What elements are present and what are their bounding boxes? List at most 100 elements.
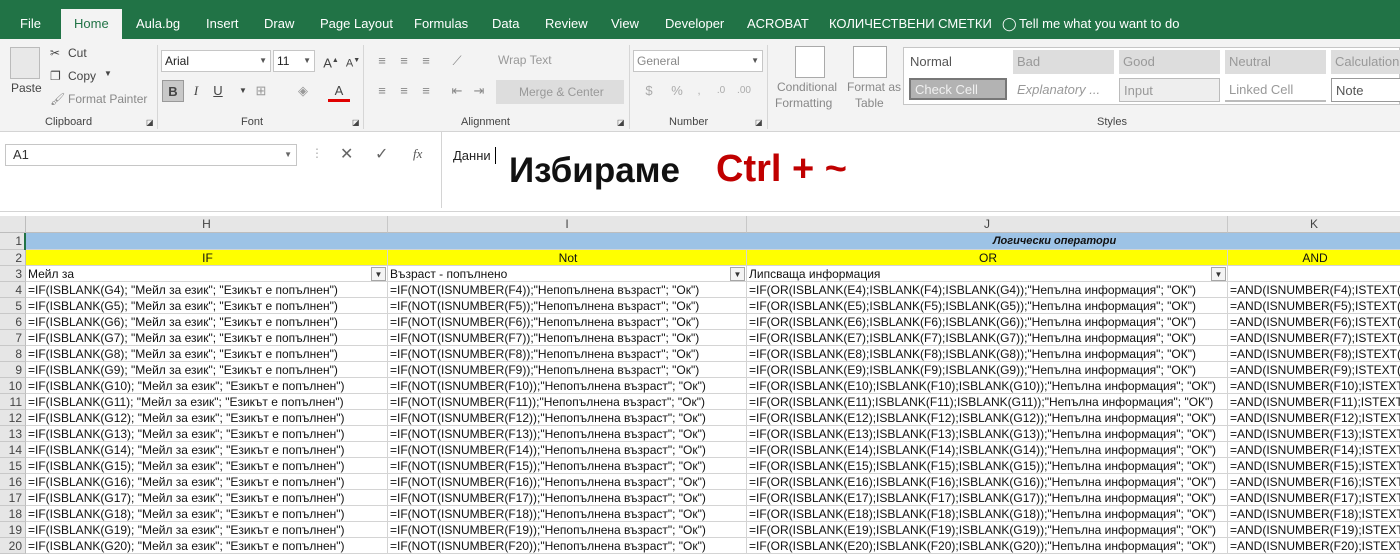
cell-i15[interactable]: =IF(NOT(ISNUMBER(F15));"Непопълнена възр… xyxy=(388,458,747,474)
tab-review[interactable]: Review xyxy=(545,0,588,39)
decrease-decimal-icon[interactable]: .00 xyxy=(733,80,755,102)
row-header-20[interactable]: 20 xyxy=(0,538,26,554)
cell-k18[interactable]: =AND(ISNUMBER(F18);ISTEXT xyxy=(1228,506,1400,522)
cell-i19[interactable]: =IF(NOT(ISNUMBER(F19));"Непопълнена възр… xyxy=(388,522,747,538)
row-header-4[interactable]: 4 xyxy=(0,282,26,298)
tab-formulas[interactable]: Formulas xyxy=(414,0,468,39)
align-middle-icon[interactable]: ≡ xyxy=(393,50,415,72)
shrink-font-icon[interactable]: A▼ xyxy=(342,50,364,72)
accounting-format-icon[interactable]: $ xyxy=(638,80,660,102)
cell-h17[interactable]: =IF(ISBLANK(G17); "Мейл за език"; "Езикъ… xyxy=(26,490,388,506)
cell-j10[interactable]: =IF(OR(ISBLANK(E10);ISBLANK(F10);ISBLANK… xyxy=(747,378,1228,394)
align-top-icon[interactable]: ≡ xyxy=(371,50,393,72)
cell-j18[interactable]: =IF(OR(ISBLANK(E18);ISBLANK(F18);ISBLANK… xyxy=(747,506,1228,522)
cell-i4[interactable]: =IF(NOT(ISNUMBER(F4));"Непопълнена възра… xyxy=(388,282,747,298)
cell-i5[interactable]: =IF(NOT(ISNUMBER(F5));"Непопълнена възра… xyxy=(388,298,747,314)
cell-k4[interactable]: =AND(ISNUMBER(F4);ISTEXT(G xyxy=(1228,282,1400,298)
cell-h12[interactable]: =IF(ISBLANK(G12); "Мейл за език"; "Езикъ… xyxy=(26,410,388,426)
tab-aula[interactable]: Aula.bg xyxy=(136,0,180,39)
tab-kolichestveni[interactable]: КОЛИЧЕСТВЕНИ СМЕТКИ xyxy=(829,0,992,39)
dialog-launcher-icon[interactable]: ◪ xyxy=(755,118,763,127)
cell-i17[interactable]: =IF(NOT(ISNUMBER(F17));"Непопълнена възр… xyxy=(388,490,747,506)
cell-j3[interactable]: Липсваща информация xyxy=(747,266,1228,282)
cell-h19[interactable]: =IF(ISBLANK(G19); "Мейл за език"; "Езикъ… xyxy=(26,522,388,538)
format-table-icon[interactable] xyxy=(853,46,887,78)
style-check-cell[interactable]: Check Cell xyxy=(909,78,1007,100)
cell-h16[interactable]: =IF(ISBLANK(G16); "Мейл за език"; "Езикъ… xyxy=(26,474,388,490)
cell-i14[interactable]: =IF(NOT(ISNUMBER(F14));"Непопълнена възр… xyxy=(388,442,747,458)
copy-icon[interactable]: ❐ xyxy=(50,69,61,83)
merge-center-button[interactable]: Merge & Center xyxy=(496,80,624,104)
row-header-15[interactable]: 15 xyxy=(0,458,26,474)
cell-j17[interactable]: =IF(OR(ISBLANK(E17);ISBLANK(F17);ISBLANK… xyxy=(747,490,1228,506)
cell-j8[interactable]: =IF(OR(ISBLANK(E8);ISBLANK(F8);ISBLANK(G… xyxy=(747,346,1228,362)
format-as-table-label-1[interactable]: Format as xyxy=(847,80,901,94)
tab-insert[interactable]: Insert xyxy=(206,0,239,39)
borders-icon[interactable]: ⊞ xyxy=(250,80,272,102)
cell-i13[interactable]: =IF(NOT(ISNUMBER(F13));"Непопълнена възр… xyxy=(388,426,747,442)
cell-k17[interactable]: =AND(ISNUMBER(F17);ISTEXT xyxy=(1228,490,1400,506)
bold-button[interactable]: B xyxy=(162,80,184,102)
cell-k2[interactable]: AND xyxy=(1228,250,1400,266)
cell-k12[interactable]: =AND(ISNUMBER(F12);ISTEXT xyxy=(1228,410,1400,426)
dialog-launcher-icon[interactable]: ◪ xyxy=(146,118,154,127)
wrap-text-button[interactable]: Wrap Text xyxy=(498,53,552,67)
conditional-formatting-label-1[interactable]: Conditional xyxy=(777,80,837,94)
cell-h5[interactable]: =IF(ISBLANK(G5); "Мейл за език"; "Езикът… xyxy=(26,298,388,314)
cell-h15[interactable]: =IF(ISBLANK(G15); "Мейл за език"; "Езикъ… xyxy=(26,458,388,474)
cell-h20[interactable]: =IF(ISBLANK(G20); "Мейл за език"; "Езикъ… xyxy=(26,538,388,554)
cell-k16[interactable]: =AND(ISNUMBER(F16);ISTEXT xyxy=(1228,474,1400,490)
cell-j13[interactable]: =IF(OR(ISBLANK(E13);ISBLANK(F13);ISBLANK… xyxy=(747,426,1228,442)
copy-button[interactable]: Copy xyxy=(68,69,96,83)
number-format-select[interactable]: General ▼ xyxy=(633,50,763,72)
cell-k11[interactable]: =AND(ISNUMBER(F11);ISTEXT xyxy=(1228,394,1400,410)
row-header-1[interactable]: 1 xyxy=(0,233,26,250)
cell-h10[interactable]: =IF(ISBLANK(G10); "Мейл за език"; "Езикъ… xyxy=(26,378,388,394)
conditional-formatting-label-2[interactable]: Formatting xyxy=(775,96,832,110)
cell-i9[interactable]: =IF(NOT(ISNUMBER(F9));"Непопълнена възра… xyxy=(388,362,747,378)
style-explanatory[interactable]: Explanatory ... xyxy=(1013,78,1114,102)
underline-button[interactable]: U xyxy=(207,80,229,102)
decrease-indent-icon[interactable]: ⇤ xyxy=(446,80,468,102)
cell-h8[interactable]: =IF(ISBLANK(G8); "Мейл за език"; "Езикът… xyxy=(26,346,388,362)
cell-h3[interactable]: Мейл за xyxy=(26,266,388,282)
style-note[interactable]: Note xyxy=(1331,78,1400,102)
insert-function-button[interactable]: fx xyxy=(413,146,422,162)
cell-k15[interactable]: =AND(ISNUMBER(F15);ISTEXT xyxy=(1228,458,1400,474)
cell-i2[interactable]: Not xyxy=(388,250,747,266)
cell-k7[interactable]: =AND(ISNUMBER(F7);ISTEXT(G xyxy=(1228,330,1400,346)
cell-k19[interactable]: =AND(ISNUMBER(F19);ISTEXT xyxy=(1228,522,1400,538)
cell-k10[interactable]: =AND(ISNUMBER(F10);ISTEXT xyxy=(1228,378,1400,394)
row-header-9[interactable]: 9 xyxy=(0,362,26,378)
cell-k8[interactable]: =AND(ISNUMBER(F8);ISTEXT(G xyxy=(1228,346,1400,362)
row-header-3[interactable]: 3 xyxy=(0,266,26,282)
cancel-icon[interactable]: ✕ xyxy=(340,144,353,164)
tab-home[interactable]: Home xyxy=(61,9,122,39)
style-calculation[interactable]: Calculation xyxy=(1331,50,1400,74)
dialog-launcher-icon[interactable]: ◪ xyxy=(352,118,360,127)
tab-view[interactable]: View xyxy=(611,0,639,39)
row-header-18[interactable]: 18 xyxy=(0,506,26,522)
row-header-2[interactable]: 2 xyxy=(0,250,26,266)
cell-j6[interactable]: =IF(OR(ISBLANK(E6);ISBLANK(F6);ISBLANK(G… xyxy=(747,314,1228,330)
cell-i7[interactable]: =IF(NOT(ISNUMBER(F7));"Непопълнена възра… xyxy=(388,330,747,346)
style-neutral[interactable]: Neutral xyxy=(1225,50,1326,74)
italic-button[interactable]: I xyxy=(185,80,207,102)
grow-font-icon[interactable]: A▲ xyxy=(320,50,342,72)
cell-j14[interactable]: =IF(OR(ISBLANK(E14);ISBLANK(F14);ISBLANK… xyxy=(747,442,1228,458)
merged-cell-r1[interactable]: Логически оператори xyxy=(26,233,1400,250)
dialog-launcher-icon[interactable]: ◪ xyxy=(617,118,625,127)
row-header-5[interactable]: 5 xyxy=(0,298,26,314)
cell-j12[interactable]: =IF(OR(ISBLANK(E12);ISBLANK(F12);ISBLANK… xyxy=(747,410,1228,426)
align-right-icon[interactable]: ≡ xyxy=(415,80,437,102)
row-header-14[interactable]: 14 xyxy=(0,442,26,458)
tab-page-layout[interactable]: Page Layout xyxy=(320,0,393,39)
format-as-table-label-2[interactable]: Table xyxy=(855,96,884,110)
cell-h9[interactable]: =IF(ISBLANK(G9); "Мейл за език"; "Езикът… xyxy=(26,362,388,378)
column-header-i[interactable]: I xyxy=(388,216,747,233)
cell-h6[interactable]: =IF(ISBLANK(G6); "Мейл за език"; "Езикът… xyxy=(26,314,388,330)
cell-j16[interactable]: =IF(OR(ISBLANK(E16);ISBLANK(F16);ISBLANK… xyxy=(747,474,1228,490)
chevron-down-icon[interactable]: ▼ xyxy=(104,69,112,78)
orientation-icon[interactable]: ⟋ xyxy=(446,50,468,72)
cell-k5[interactable]: =AND(ISNUMBER(F5);ISTEXT(G xyxy=(1228,298,1400,314)
